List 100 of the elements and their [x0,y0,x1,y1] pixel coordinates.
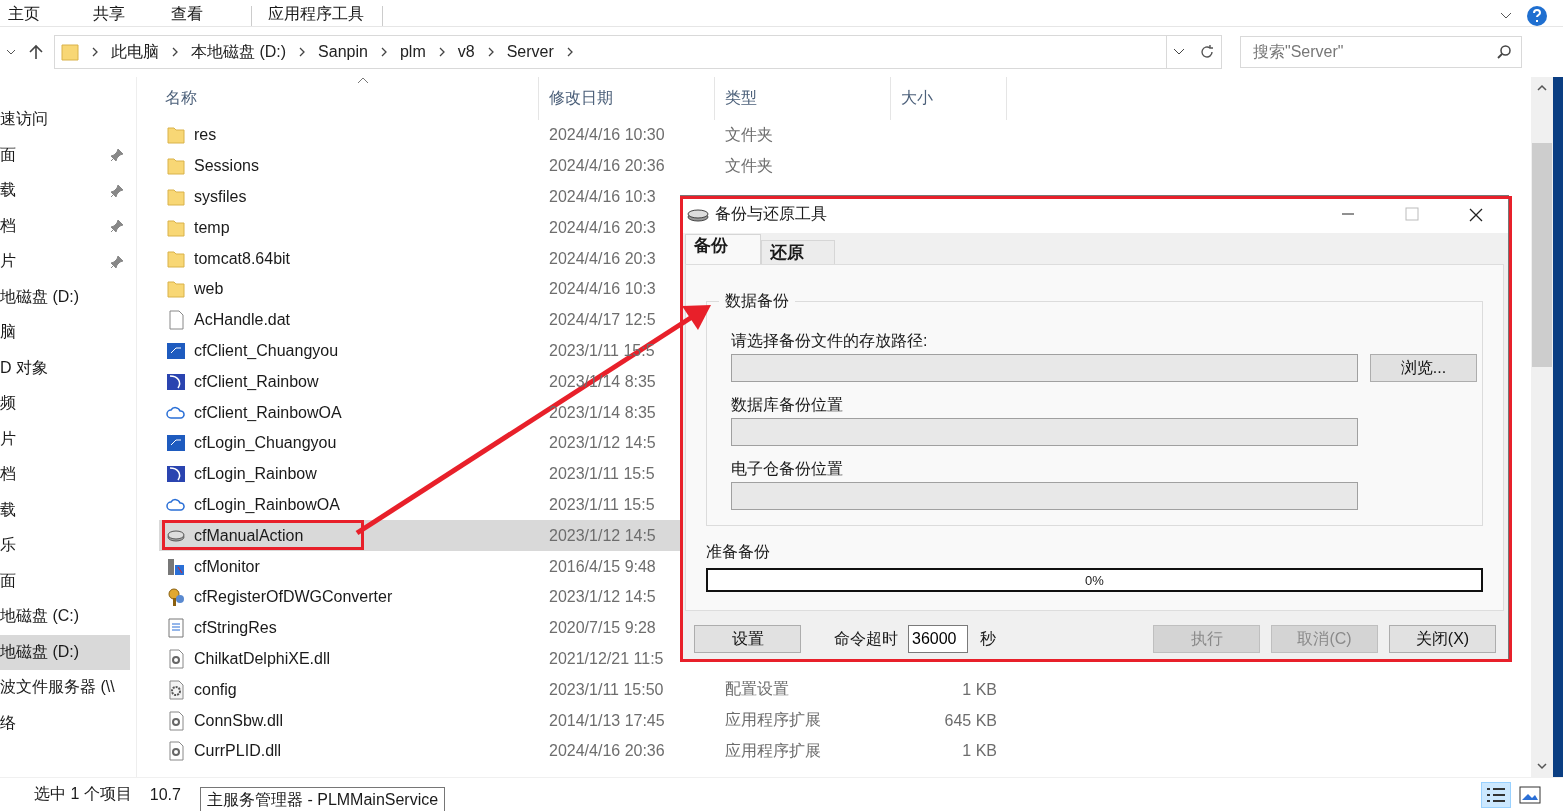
file-name: Sessions [194,157,259,176]
file-name: cfRegisterOfDWGConverter [194,588,393,607]
ribbon-tab[interactable]: 查看 [171,6,251,26]
date-text: 2024/4/16 10:3 [549,188,656,205]
folder-icon [61,42,79,62]
folder-icon [166,187,186,207]
file-name: cfLogin_RainbowOA [194,495,340,514]
settings-button[interactable]: 设置 [694,625,801,653]
timeout-field[interactable]: 36000 [908,625,968,653]
address-bar[interactable]: 此电脑 本地磁盘 (D:) Sanpin plm v8 Server [54,35,1222,69]
column-header[interactable]: 名称 [165,88,197,109]
nav-item[interactable]: 地磁盘 (D:) [0,279,130,315]
ribbon-tab[interactable]: 主页 [0,6,93,26]
dialog-button[interactable]: 关闭(X) [1389,625,1496,653]
breadcrumb[interactable]: Sanpin [318,43,368,61]
file-name: cfClient_Chuangyou [194,341,339,360]
dropdown-icon[interactable] [1173,48,1185,56]
close-icon[interactable] [1468,206,1484,223]
date-text: 2024/4/16 10:3 [549,280,656,298]
browse-button[interactable]: 浏览... [1370,354,1477,382]
nav-item[interactable]: 络 [0,705,130,741]
chevron-icon [379,46,388,58]
breadcrumb[interactable]: 此电脑 [111,41,159,63]
disk-icon [687,206,709,223]
nav-item[interactable]: 地磁盘 (C:) [0,599,130,635]
recent-locations-icon[interactable] [4,48,18,56]
tab[interactable]: 还原 [761,240,835,264]
file-row[interactable]: config 2023/1/11 15:50 配置设置 1 KB [159,674,1017,706]
help-icon[interactable] [1527,6,1547,26]
type-text: 文件夹 [725,156,773,174]
nav-item[interactable]: 地磁盘 (D:) [0,634,130,670]
nav-item[interactable]: 档 [0,208,130,244]
path-field[interactable] [731,354,1358,382]
breadcrumb[interactable]: 本地磁盘 (D:) [191,41,287,63]
date-text: 2024/4/16 20:36 [549,157,665,175]
file-name: cfMonitor [194,557,260,576]
date-text: 2020/7/15 9:28 [549,619,656,637]
breadcrumb[interactable]: Server [506,43,554,61]
gear-file-icon [166,741,186,762]
nav-item[interactable]: 波文件服务器 (\\ [0,670,130,706]
nav-item[interactable]: 面 [0,137,130,173]
nav-item[interactable]: 片 [0,421,130,457]
type-text: 配置设置 [725,680,789,698]
file-name: tomcat8.64bit [194,249,291,268]
tab[interactable]: 备份 [685,234,761,264]
breadcrumb[interactable]: v8 [457,43,475,61]
refresh-icon[interactable] [1199,44,1215,60]
date-text: 2023/1/11 15:5 [549,495,655,513]
column-header[interactable]: 修改日期 [549,88,613,109]
date-text: 2024/4/16 20:3 [549,249,656,267]
file-row[interactable]: cfLogin_RainbowOA 2023/1/11 15:5 [159,489,1017,521]
folder-icon [166,217,186,238]
nav-item[interactable]: 载 [0,492,130,528]
nav-item[interactable]: 速访问 [0,102,130,138]
ribbon-tab[interactable]: 应用程序工具 [251,6,383,26]
file-row[interactable]: cfLogin_Chuangyou 2023/1/12 14:5 [159,427,1017,459]
column-header[interactable]: 类型 [725,88,757,109]
path-field[interactable] [731,418,1358,446]
expand-ribbon-icon[interactable] [1499,11,1513,21]
ribbon-tab[interactable]: 共享 [93,6,171,26]
pin-icon [110,219,124,234]
nav-item[interactable]: 档 [0,457,130,493]
file-row[interactable]: cfRegisterOfDWGConverter 2023/1/12 14:5 [159,581,1017,613]
column-header[interactable]: 大小 [901,88,933,109]
nav-item[interactable]: 频 [0,386,130,422]
document-icon [166,310,186,331]
nav-item[interactable]: 片 [0,244,130,280]
type-text: 应用程序扩展 [725,711,821,729]
details-view-icon[interactable] [1481,781,1511,808]
field-label: 电子仓备份位置 [731,458,843,479]
nav-item[interactable]: D 对象 [0,350,130,386]
text-file-icon [166,618,186,639]
chevron-icon [171,46,179,58]
scroll-up-icon[interactable] [1536,83,1548,93]
breadcrumb[interactable]: plm [399,43,426,61]
scroll-down-icon[interactable] [1536,761,1548,771]
search-field[interactable]: 搜索"Server" [1240,36,1522,68]
scrollbar[interactable] [1531,77,1553,777]
path-field[interactable] [731,482,1358,510]
status-text: 选中 1 个项目 [34,784,132,804]
folder-icon [166,279,186,300]
file-row[interactable]: CurrPLID.dll 2024/4/16 20:36 应用程序扩展 1 KB [159,735,1017,767]
chevron-icon [486,46,495,58]
file-name: ConnSbw.dll [194,711,283,730]
date-text: 2014/1/13 17:45 [549,711,665,729]
nav-item[interactable]: 载 [0,173,130,209]
nav-item[interactable]: 脑 [0,315,130,351]
file-row[interactable]: Sessions 2024/4/16 20:36 文件夹 [159,150,1017,182]
unit-label: 秒 [980,628,996,649]
file-row[interactable]: res 2024/4/16 10:30 文件夹 [159,120,1017,151]
file-name: cfClient_Rainbow [194,372,319,391]
nav-item[interactable]: 乐 [0,528,130,564]
search-icon[interactable] [1496,44,1512,60]
file-name: ChilkatDelphiXE.dll [194,649,331,668]
timeout-label: 命令超时 [834,628,898,649]
folder-icon [166,125,186,146]
file-name: cfLogin_Rainbow [194,465,317,484]
gear-file-icon [166,679,186,700]
nav-item[interactable]: 面 [0,563,130,599]
file-row[interactable]: ConnSbw.dll 2014/1/13 17:45 应用程序扩展 645 KB [159,705,1017,736]
